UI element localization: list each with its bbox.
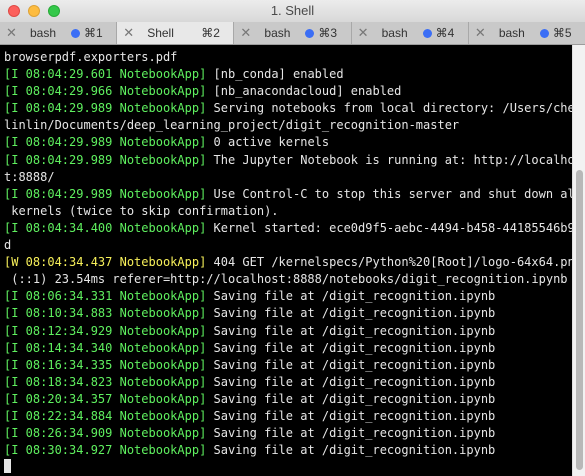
log-text: Saving file at /digit_recognition.ipynb xyxy=(206,443,496,458)
log-text: 0 active kernels xyxy=(206,135,330,150)
terminal-line: [I 08:12:34.929 NotebookApp] Saving file… xyxy=(4,323,572,340)
log-prefix: [I 08:30:34.927 NotebookApp] xyxy=(4,443,207,458)
tab-5[interactable]: ✕ bash ⌘5 xyxy=(469,22,585,44)
terminal-line: (::1) 23.54ms referer=http://localhost:8… xyxy=(4,271,572,288)
log-text: Saving file at /digit_recognition.ipynb xyxy=(206,306,496,321)
log-text: The Jupyter Notebook is running at: http… xyxy=(206,152,572,167)
log-text: Saving file at /digit_recognition.ipynb xyxy=(206,408,496,423)
log-text: Saving file at /digit_recognition.ipynb xyxy=(206,391,496,406)
close-tab-icon[interactable]: ✕ xyxy=(475,25,486,41)
log-text: Saving file at /digit_recognition.ipynb xyxy=(206,323,496,338)
terminal-line: [I 08:04:29.989 NotebookApp] Use Control… xyxy=(4,186,572,203)
terminal-line: [I 08:04:29.966 NotebookApp] [nb_anacond… xyxy=(4,83,572,100)
text-cursor xyxy=(4,459,11,474)
tab-label: bash xyxy=(498,26,525,40)
scrollbar-thumb[interactable] xyxy=(576,170,583,470)
log-prefix: [I 08:12:34.929 NotebookApp] xyxy=(4,323,207,338)
tab-shortcut: ⌘2 xyxy=(201,26,220,40)
log-prefix: [I 08:06:34.331 NotebookApp] xyxy=(4,289,207,304)
log-prefix: [I 08:04:29.989 NotebookApp] xyxy=(4,135,207,150)
vertical-scrollbar[interactable] xyxy=(572,45,585,476)
prompt-line[interactable] xyxy=(4,459,572,476)
log-prefix: [I 08:16:34.335 NotebookApp] xyxy=(4,357,207,372)
window-title: 1. Shell xyxy=(270,3,315,18)
log-text: [nb_conda] enabled xyxy=(206,67,344,82)
log-text: Saving file at /digit_recognition.ipynb xyxy=(206,374,496,389)
tab-2[interactable]: ✕ Shell ⌘2 xyxy=(117,22,235,44)
log-text: [nb_anacondacloud] enabled xyxy=(206,84,402,99)
log-prefix: [I 08:04:29.966 NotebookApp] xyxy=(4,84,207,99)
terminal-line: [W 08:04:34.437 NotebookApp] 404 GET /ke… xyxy=(4,254,572,271)
log-text: (::1) 23.54ms referer=http://localhost:8… xyxy=(4,272,568,287)
terminal-line: [I 08:20:34.357 NotebookApp] Saving file… xyxy=(4,391,572,408)
log-prefix: [I 08:14:34.340 NotebookApp] xyxy=(4,340,207,355)
terminal-line: d xyxy=(4,237,572,254)
tab-shortcut: ⌘4 xyxy=(435,26,455,40)
log-prefix: [I 08:04:34.400 NotebookApp] xyxy=(4,220,207,235)
tab-shortcut: ⌘5 xyxy=(552,26,572,40)
title-bar[interactable]: 1. Shell xyxy=(0,0,585,22)
log-prefix: [I 08:10:34.883 NotebookApp] xyxy=(4,306,207,321)
tab-3[interactable]: ✕ bash ⌘3 xyxy=(234,22,352,44)
terminal-line: [I 08:04:29.989 NotebookApp] Serving not… xyxy=(4,100,572,117)
activity-dot-icon xyxy=(539,29,549,38)
tab-label: bash xyxy=(30,26,57,40)
close-tab-icon[interactable]: ✕ xyxy=(240,25,251,41)
log-prefix: [I 08:20:34.357 NotebookApp] xyxy=(4,391,207,406)
log-prefix: [I 08:22:34.884 NotebookApp] xyxy=(4,408,207,423)
terminal-line: kernels (twice to skip confirmation). xyxy=(4,203,572,220)
tab-shortcut: ⌘1 xyxy=(84,26,103,40)
terminal-line: [I 08:26:34.909 NotebookApp] Saving file… xyxy=(4,425,572,442)
log-prefix: [I 08:04:29.989 NotebookApp] xyxy=(4,101,207,116)
terminal-line: t:8888/ xyxy=(4,169,572,186)
log-text: Saving file at /digit_recognition.ipynb xyxy=(206,289,496,304)
terminal-line: [I 08:04:29.989 NotebookApp] The Jupyter… xyxy=(4,152,572,169)
terminal-window: 1. Shell ✕ bash ⌘1 ✕ Shell ⌘2 ✕ bash ⌘3 … xyxy=(0,0,585,476)
activity-dot-icon xyxy=(71,29,80,38)
terminal-line: [I 08:18:34.823 NotebookApp] Saving file… xyxy=(4,374,572,391)
tab-1[interactable]: ✕ bash ⌘1 xyxy=(0,22,118,44)
tab-label: bash xyxy=(381,26,408,40)
terminal-line: browserpdf.exporters.pdf xyxy=(4,49,572,66)
log-text: Saving file at /digit_recognition.ipynb xyxy=(206,426,496,441)
log-prefix: [I 08:04:29.989 NotebookApp] xyxy=(4,186,207,201)
log-text: linlin/Documents/deep_learning_project/d… xyxy=(4,118,460,133)
log-prefix: [I 08:04:29.989 NotebookApp] xyxy=(4,152,207,167)
terminal-output[interactable]: browserpdf.exporters.pdf [I 08:04:29.601 … xyxy=(0,45,572,476)
log-text: t:8888/ xyxy=(4,169,55,184)
tab-bar: ✕ bash ⌘1 ✕ Shell ⌘2 ✕ bash ⌘3 ✕ bash ⌘4… xyxy=(0,22,585,45)
log-text: 404 GET /kernelspecs/Python%20[Root]/log… xyxy=(206,255,572,270)
tab-label: bash xyxy=(264,26,291,40)
log-prefix: [I 08:04:29.601 NotebookApp] xyxy=(4,67,207,82)
log-text: Saving file at /digit_recognition.ipynb xyxy=(206,340,496,355)
log-text: Saving file at /digit_recognition.ipynb xyxy=(206,357,496,372)
terminal-line: [I 08:16:34.335 NotebookApp] Saving file… xyxy=(4,357,572,374)
log-prefix: [I 08:26:34.909 NotebookApp] xyxy=(4,426,207,441)
log-text: browserpdf.exporters.pdf xyxy=(4,50,178,64)
log-text: kernels (twice to skip confirmation). xyxy=(4,203,279,218)
log-text: Use Control-C to stop this server and sh… xyxy=(206,186,572,201)
terminal-line: [I 08:06:34.331 NotebookApp] Saving file… xyxy=(4,288,572,305)
log-text: d xyxy=(4,238,12,253)
terminal-line: [I 08:30:34.927 NotebookApp] Saving file… xyxy=(4,442,572,459)
tab-4[interactable]: ✕ bash ⌘4 xyxy=(352,22,469,44)
terminal-line: [I 08:14:34.340 NotebookApp] Saving file… xyxy=(4,340,572,357)
terminal-line: [I 08:22:34.884 NotebookApp] Saving file… xyxy=(4,408,572,425)
close-tab-icon[interactable]: ✕ xyxy=(358,25,369,41)
activity-dot-icon xyxy=(422,29,432,38)
terminal-line: [I 08:10:34.883 NotebookApp] Saving file… xyxy=(4,305,572,322)
terminal-line: [I 08:04:34.400 NotebookApp] Kernel star… xyxy=(4,220,572,237)
terminal-line: [I 08:04:29.601 NotebookApp] [nb_conda] … xyxy=(4,66,572,83)
log-prefix: [W 08:04:34.437 NotebookApp] xyxy=(4,255,207,270)
log-text: Kernel started: ece0d9f5-aebc-4494-b458-… xyxy=(206,220,572,235)
log-text: Serving notebooks from local directory: … xyxy=(206,101,572,116)
close-tab-icon[interactable]: ✕ xyxy=(6,25,17,41)
close-tab-icon[interactable]: ✕ xyxy=(123,25,134,41)
terminal-line: [I 08:04:29.989 NotebookApp] 0 active ke… xyxy=(4,134,572,151)
tab-shortcut: ⌘3 xyxy=(318,26,338,40)
log-prefix: [I 08:18:34.823 NotebookApp] xyxy=(4,374,207,389)
terminal-line: linlin/Documents/deep_learning_project/d… xyxy=(4,117,572,134)
tab-label: Shell xyxy=(147,26,174,40)
activity-dot-icon xyxy=(305,29,315,38)
